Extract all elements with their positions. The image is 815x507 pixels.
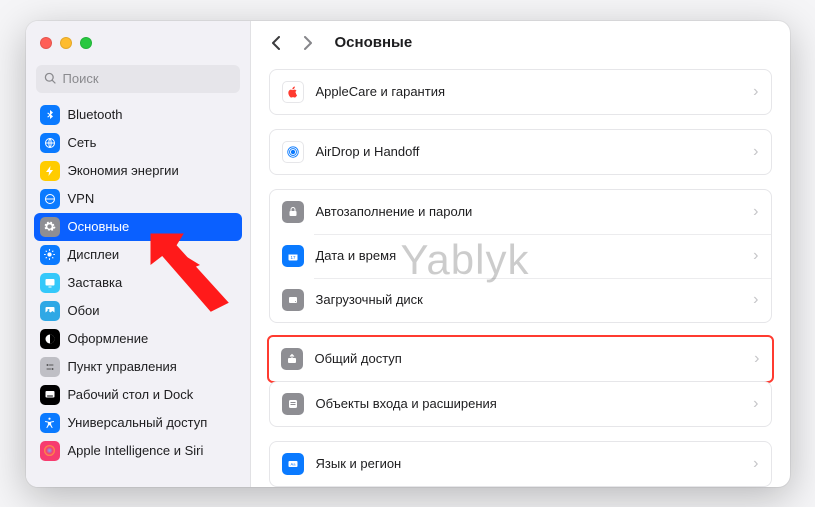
- screensaver-icon: [40, 273, 60, 293]
- sidebar-item-label: Оформление: [68, 331, 149, 346]
- sidebar-item[interactable]: Обои: [34, 297, 242, 325]
- chevron-right-icon: ›: [753, 247, 758, 265]
- chevron-right-icon: [303, 36, 313, 50]
- bluetooth-icon: [40, 105, 60, 125]
- sidebar: Поиск Bluetooth Сеть Экономия энергии VP…: [26, 21, 251, 487]
- chevron-right-icon: ›: [753, 143, 758, 161]
- sidebar-item[interactable]: Экономия энергии: [34, 157, 242, 185]
- settings-group: AppleCare и гарантия ›: [269, 69, 772, 115]
- settings-row[interactable]: Автозаполнение и пароли ›: [270, 190, 771, 234]
- settings-row[interactable]: 17 Дата и время ›: [270, 234, 771, 278]
- passwords-icon: [282, 201, 304, 223]
- appearance-icon: [40, 329, 60, 349]
- sidebar-item-label: Bluetooth: [68, 107, 123, 122]
- settings-row[interactable]: Аа Язык и регион ›: [270, 442, 771, 486]
- row-label: Загрузочный диск: [316, 292, 742, 307]
- display-icon: [40, 245, 60, 265]
- control-center-icon: [40, 357, 60, 377]
- wallpaper-icon: [40, 301, 60, 321]
- startup-disk-icon: [282, 289, 304, 311]
- main-panel: Основные AppleCare и гарантия › AirDrop …: [251, 21, 790, 487]
- search-input[interactable]: Поиск: [36, 65, 240, 93]
- search-icon: [44, 72, 57, 85]
- settings-group: Объекты входа и расширения ›: [269, 381, 772, 427]
- sharing-icon: [281, 348, 303, 370]
- main-header: Основные: [251, 21, 790, 65]
- sidebar-item-label: Универсальный доступ: [68, 415, 208, 430]
- language-icon: Аа: [282, 453, 304, 475]
- chevron-right-icon: ›: [753, 395, 758, 413]
- sidebar-item-label: VPN: [68, 191, 95, 206]
- sidebar-item[interactable]: Заставка: [34, 269, 242, 297]
- login-items-icon: [282, 393, 304, 415]
- nav-back-button[interactable]: [267, 34, 285, 52]
- maximize-button[interactable]: [80, 37, 92, 49]
- applecare-icon: [282, 81, 304, 103]
- settings-row[interactable]: AirDrop и Handoff ›: [270, 130, 771, 174]
- row-label: Дата и время: [316, 248, 742, 263]
- sidebar-list: Bluetooth Сеть Экономия энергии VPN Осно…: [26, 101, 250, 473]
- sidebar-item[interactable]: Дисплеи: [34, 241, 242, 269]
- sidebar-item[interactable]: Пункт управления: [34, 353, 242, 381]
- settings-window: Поиск Bluetooth Сеть Экономия энергии VP…: [26, 21, 790, 487]
- row-label: Автозаполнение и пароли: [316, 204, 742, 219]
- minimize-button[interactable]: [60, 37, 72, 49]
- settings-row[interactable]: Объекты входа и расширения ›: [270, 382, 771, 426]
- siri-icon: [40, 441, 60, 461]
- page-title: Основные: [335, 34, 413, 51]
- content-area: AppleCare и гарантия › AirDrop и Handoff…: [251, 65, 790, 487]
- sidebar-item-label: Дисплеи: [68, 247, 120, 262]
- settings-row[interactable]: AppleCare и гарантия ›: [270, 70, 771, 114]
- sidebar-item[interactable]: Универсальный доступ: [34, 409, 242, 437]
- sidebar-item-label: Сеть: [68, 135, 97, 150]
- window-controls: [26, 21, 250, 65]
- energy-icon: [40, 161, 60, 181]
- nav-forward-button[interactable]: [299, 34, 317, 52]
- sidebar-item-label: Заставка: [68, 275, 123, 290]
- sidebar-item-label: Обои: [68, 303, 100, 318]
- sidebar-item[interactable]: Apple Intelligence и Siri: [34, 437, 242, 465]
- svg-text:Аа: Аа: [290, 461, 296, 466]
- chevron-right-icon: ›: [753, 203, 758, 221]
- row-label: AirDrop и Handoff: [316, 144, 742, 159]
- chevron-right-icon: ›: [754, 350, 759, 368]
- vpn-icon: [40, 189, 60, 209]
- row-label: Объекты входа и расширения: [316, 396, 742, 411]
- sidebar-item[interactable]: Bluetooth: [34, 101, 242, 129]
- gear-icon: [40, 217, 60, 237]
- settings-group: Общий доступ ›: [267, 335, 774, 383]
- row-label: Общий доступ: [315, 351, 743, 366]
- chevron-left-icon: [271, 36, 281, 50]
- row-label: AppleCare и гарантия: [316, 84, 742, 99]
- sidebar-item-label: Пункт управления: [68, 359, 177, 374]
- datetime-icon: 17: [282, 245, 304, 267]
- settings-group: Автозаполнение и пароли › 17 Дата и врем…: [269, 189, 772, 323]
- sidebar-item[interactable]: Рабочий стол и Dock: [34, 381, 242, 409]
- close-button[interactable]: [40, 37, 52, 49]
- sidebar-item[interactable]: Сеть: [34, 129, 242, 157]
- row-label: Язык и регион: [316, 456, 742, 471]
- chevron-right-icon: ›: [753, 291, 758, 309]
- dock-icon: [40, 385, 60, 405]
- chevron-right-icon: ›: [753, 83, 758, 101]
- sidebar-item-label: Рабочий стол и Dock: [68, 387, 194, 402]
- accessibility-icon: [40, 413, 60, 433]
- svg-text:17: 17: [290, 255, 296, 260]
- search-placeholder: Поиск: [63, 71, 99, 86]
- sidebar-item[interactable]: Основные: [34, 213, 242, 241]
- sidebar-item-label: Основные: [68, 219, 130, 234]
- airdrop-icon: [282, 141, 304, 163]
- settings-row[interactable]: Общий доступ ›: [269, 337, 772, 381]
- sidebar-item[interactable]: Оформление: [34, 325, 242, 353]
- sidebar-item-label: Экономия энергии: [68, 163, 179, 178]
- settings-group: AirDrop и Handoff ›: [269, 129, 772, 175]
- sidebar-item[interactable]: VPN: [34, 185, 242, 213]
- network-icon: [40, 133, 60, 153]
- settings-row[interactable]: Загрузочный диск ›: [270, 278, 771, 322]
- chevron-right-icon: ›: [753, 455, 758, 473]
- sidebar-item-label: Apple Intelligence и Siri: [68, 443, 204, 458]
- settings-group: Аа Язык и регион ›: [269, 441, 772, 487]
